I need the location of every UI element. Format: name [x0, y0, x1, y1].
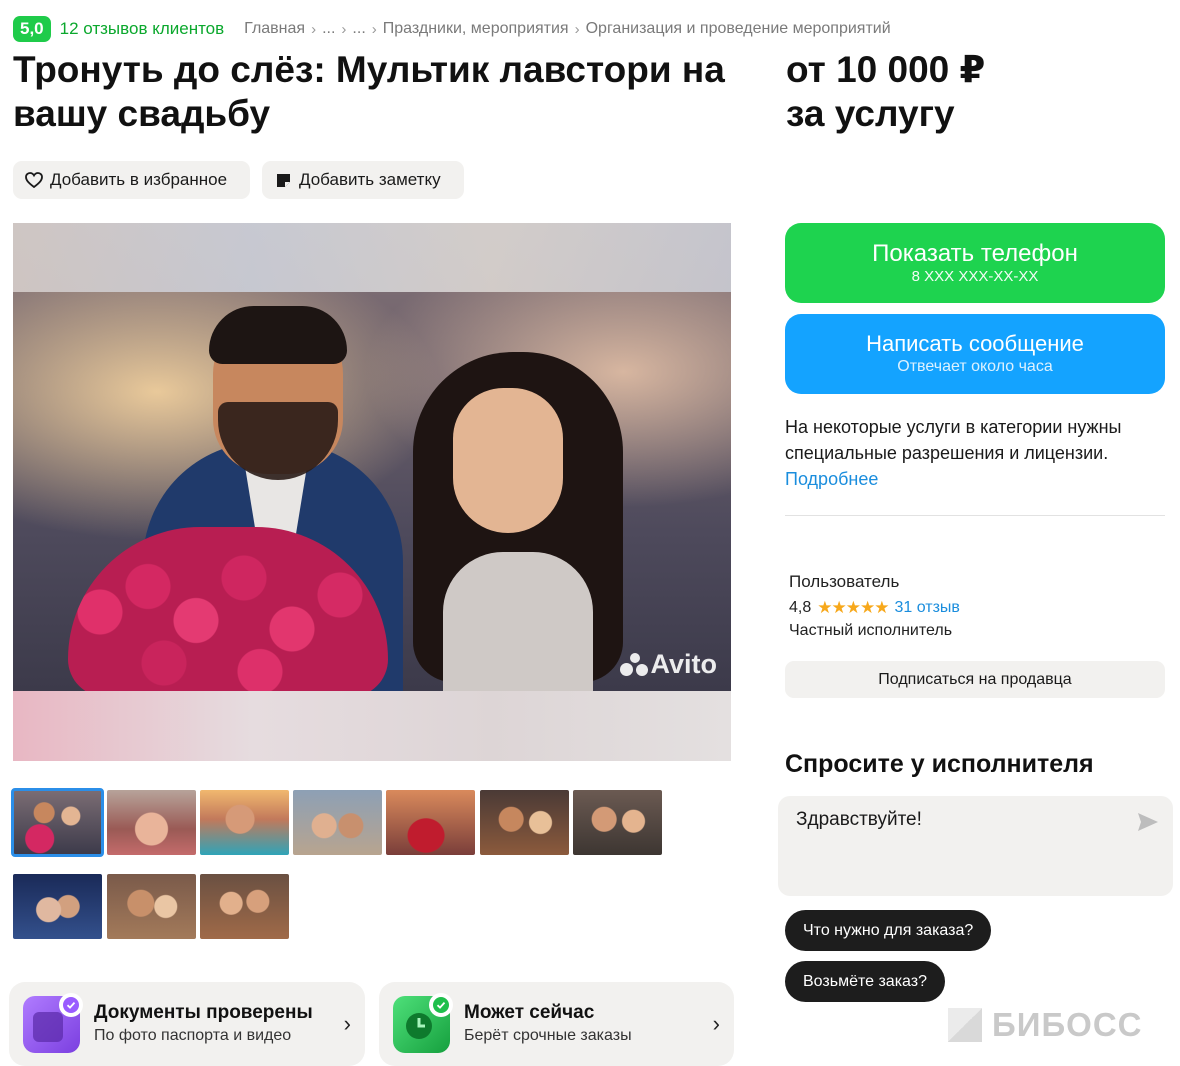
available-now-text: Может сейчас Берёт срочные заказы — [464, 1001, 632, 1047]
message-input[interactable]: Здравствуйте! — [778, 796, 1173, 896]
thumbnail-4[interactable] — [293, 790, 382, 855]
available-now-subtitle: Берёт срочные заказы — [464, 1027, 632, 1044]
reviews-link[interactable]: 12 отзывов клиентов — [60, 19, 225, 39]
document-check-icon — [23, 992, 83, 1053]
add-to-favorites-label: Добавить в избранное — [50, 170, 228, 189]
phone-masked: 8 XXX XXX-XX-XX — [911, 268, 1039, 285]
divider — [785, 515, 1165, 516]
thumbnail-7[interactable] — [573, 790, 662, 855]
documents-verified-subtitle: По фото паспорта и видео — [94, 1027, 292, 1044]
thumbnail-3[interactable] — [200, 790, 289, 855]
thumbnail-1[interactable] — [11, 788, 104, 857]
add-to-favorites-button[interactable]: Добавить в избранное — [13, 161, 250, 199]
breadcrumb-event-organization[interactable]: Организация и проведение мероприятий — [586, 20, 891, 38]
chevron-right-icon: › — [341, 20, 347, 38]
documents-verified-text: Документы проверены По фото паспорта и в… — [94, 1001, 313, 1047]
thumbnail-9[interactable] — [107, 874, 196, 939]
message-input-text: Здравствуйте! — [796, 809, 922, 830]
avito-logo-icon — [619, 652, 648, 677]
add-note-button[interactable]: Добавить заметку — [262, 161, 464, 199]
documents-verified-title: Документы проверены — [94, 1002, 313, 1023]
available-now-card[interactable]: Может сейчас Берёт срочные заказы › — [379, 982, 734, 1066]
biboss-logo-icon — [948, 1008, 982, 1042]
biboss-watermark-text: БИБОСС — [992, 1006, 1143, 1043]
available-now-title: Может сейчас — [464, 1002, 595, 1023]
breadcrumb-home[interactable]: Главная — [244, 20, 305, 38]
chevron-right-icon: › — [712, 1011, 720, 1036]
breadcrumb-ellipsis-1[interactable]: ... — [322, 20, 335, 38]
response-time: Отвечает около часа — [897, 358, 1053, 375]
license-more-link[interactable]: Подробнее — [785, 469, 878, 489]
seller-type: Частный исполнитель — [789, 622, 953, 639]
chevron-right-icon: › — [574, 20, 580, 38]
photo-illustration: Avito — [13, 292, 731, 697]
biboss-watermark: БИБОСС — [948, 1006, 1143, 1044]
breadcrumb-ellipsis-2[interactable]: ... — [352, 20, 365, 38]
breadcrumb: Главная › ... › ... › Праздники, меропри… — [244, 20, 891, 38]
license-text: На некоторые услуги в категории нужны сп… — [785, 417, 1122, 463]
star-rating-icon: ★★★★★ — [817, 598, 889, 617]
price-value: от 10 000 ₽ — [786, 49, 986, 90]
show-phone-label: Показать телефон — [872, 240, 1078, 267]
chevron-right-icon: › — [311, 20, 317, 38]
chevron-right-icon: › — [343, 1011, 351, 1036]
subscribe-seller-button[interactable]: Подписаться на продавца — [785, 661, 1165, 698]
main-photo[interactable]: Avito — [13, 223, 731, 761]
seller-rating-value: 4,8 — [789, 599, 812, 616]
rating-badge: 5,0 — [13, 16, 51, 42]
write-message-button[interactable]: Написать сообщение Отвечает около часа — [785, 314, 1165, 394]
thumbnail-6[interactable] — [480, 790, 569, 855]
license-note: На некоторые услуги в категории нужны сп… — [785, 414, 1175, 492]
page-title: Тронуть до слёз: Мультик лавстори на ваш… — [13, 49, 725, 134]
thumbnail-2[interactable] — [107, 790, 196, 855]
heart-icon — [25, 171, 43, 189]
avito-watermark-text: Avito — [650, 649, 718, 679]
quick-question-what-needed[interactable]: Что нужно для заказа? — [785, 910, 992, 951]
add-note-label: Добавить заметку — [299, 170, 441, 189]
show-phone-button[interactable]: Показать телефон 8 XXX XXX-XX-XX — [785, 223, 1165, 303]
thumbnail-5[interactable] — [386, 790, 475, 855]
photo-blur-top — [13, 223, 731, 292]
clock-check-icon — [393, 992, 453, 1053]
thumbnail-10[interactable] — [200, 874, 289, 939]
write-message-label: Написать сообщение — [866, 331, 1084, 356]
seller-reviews-link[interactable]: 31 отзыв — [894, 599, 959, 617]
ask-seller-title: Спросите у исполнителя — [785, 750, 1094, 778]
documents-verified-card[interactable]: Документы проверены По фото паспорта и в… — [9, 982, 365, 1066]
send-icon[interactable] — [1137, 812, 1159, 832]
price: от 10 000 ₽ за услугу — [786, 48, 985, 136]
quick-question-take-order[interactable]: Возьмёте заказ? — [785, 961, 945, 1002]
seller-name[interactable]: Пользователь — [789, 572, 899, 592]
meta-row: 5,0 12 отзывов клиентов Главная › ... › … — [13, 16, 891, 42]
seller-rating: 4,8 ★★★★★ 31 отзыв — [789, 598, 960, 618]
thumbnail-8[interactable] — [13, 874, 102, 939]
breadcrumb-holidays[interactable]: Праздники, мероприятия — [383, 20, 569, 38]
avito-watermark: Avito — [619, 649, 718, 680]
chevron-right-icon: › — [371, 20, 377, 38]
price-unit: за услугу — [786, 93, 955, 134]
photo-blur-bottom — [13, 691, 731, 761]
note-icon — [274, 171, 292, 189]
